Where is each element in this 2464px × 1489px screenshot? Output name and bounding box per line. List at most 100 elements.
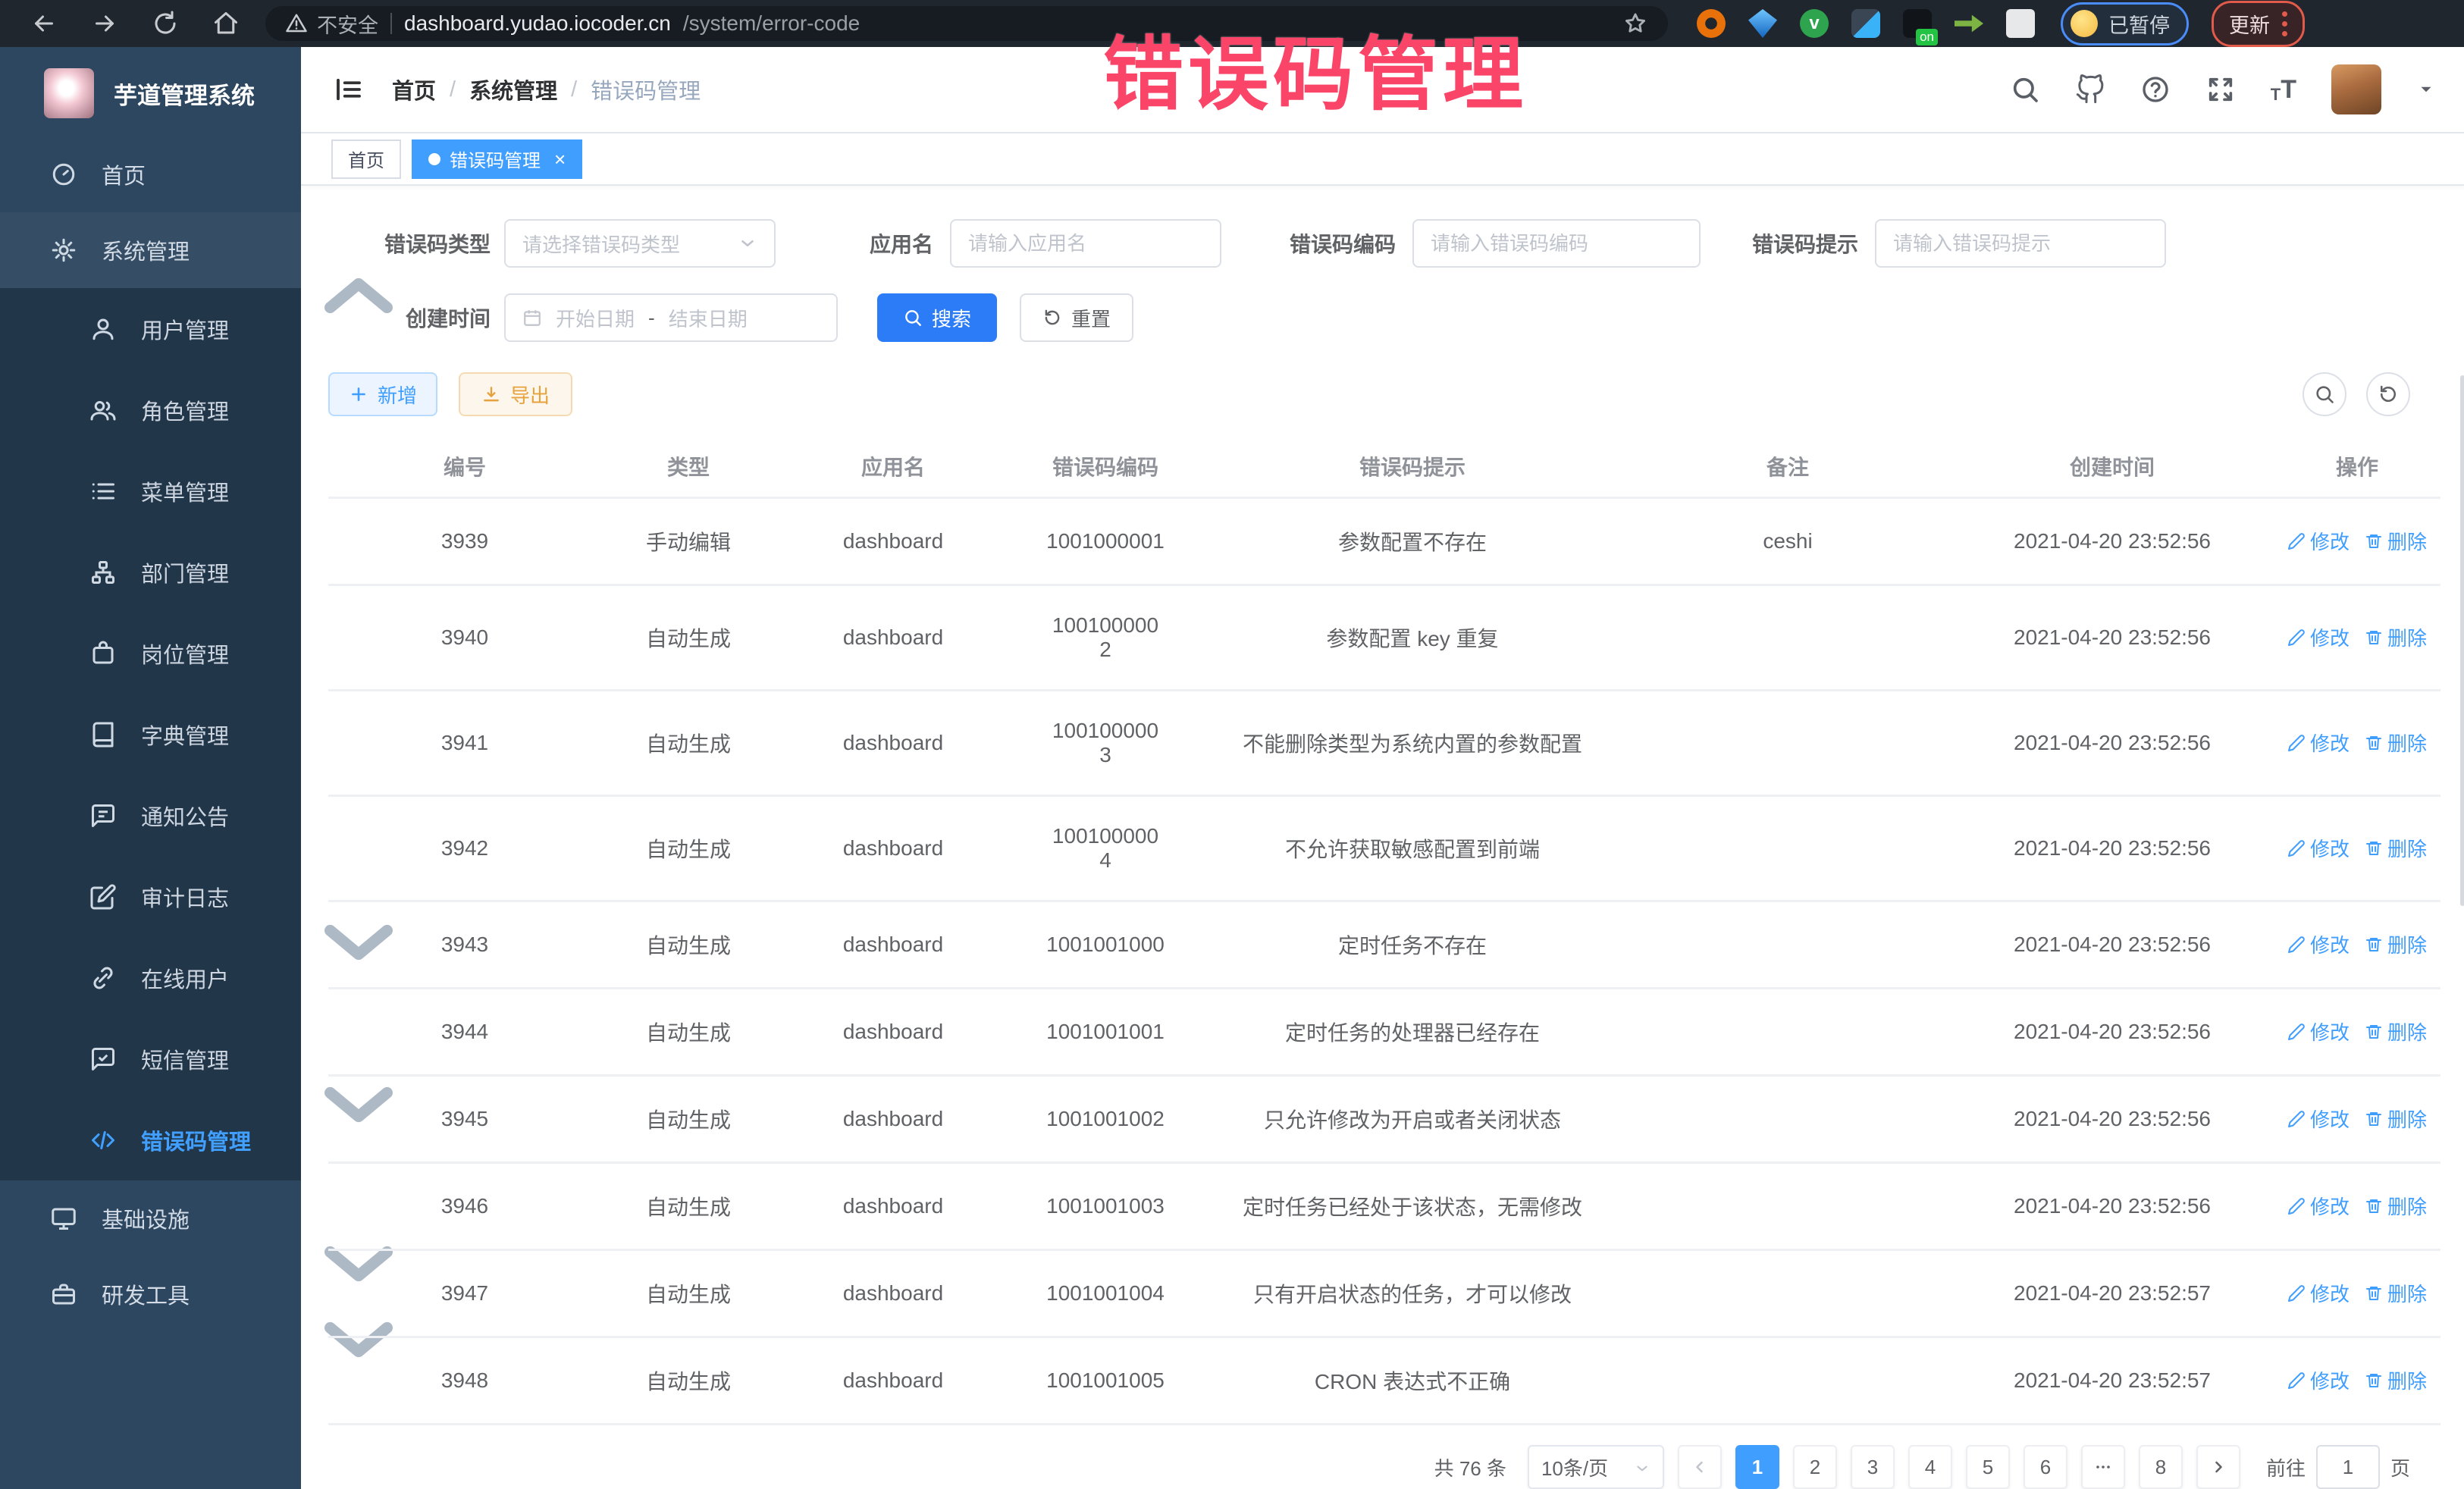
export-button[interactable]: 导出	[459, 372, 572, 416]
delete-link[interactable]: 删除	[2365, 1017, 2427, 1045]
edit-link[interactable]: 修改	[2287, 1366, 2350, 1394]
app-name-input[interactable]	[968, 232, 1203, 255]
security-warning[interactable]: 不安全	[285, 9, 378, 39]
breadcrumb-home[interactable]: 首页	[392, 74, 436, 105]
delete-link[interactable]: 删除	[2365, 834, 2427, 862]
delete-link[interactable]: 删除	[2365, 1192, 2427, 1220]
error-code-input[interactable]	[1431, 232, 1682, 255]
extension-list-on-icon[interactable]	[1903, 9, 1932, 38]
table-row: 3942自动生成 dashboard100100000 4 不允许获取敏感配置到…	[328, 796, 2440, 901]
sidebar-item-infra[interactable]: 基础设施	[0, 1180, 301, 1256]
table-row: 3943自动生成 dashboard1001001000 定时任务不存在 202…	[328, 901, 2440, 989]
github-icon[interactable]	[2075, 74, 2105, 105]
sidebar-item-menus[interactable]: 菜单管理	[0, 450, 301, 531]
error-type-select[interactable]: 请选择错误码类型	[504, 219, 776, 268]
prev-page-button[interactable]	[1678, 1445, 1722, 1489]
page-size-select[interactable]: 10条/页	[1528, 1445, 1664, 1489]
delete-link[interactable]: 删除	[2365, 1105, 2427, 1133]
browser-forward-icon[interactable]	[91, 10, 118, 37]
extensions-puzzle-icon[interactable]	[2006, 9, 2035, 38]
delete-link[interactable]: 删除	[2365, 1279, 2427, 1307]
edit-link[interactable]: 修改	[2287, 1192, 2350, 1220]
browser-reload-icon[interactable]	[152, 10, 179, 37]
edit-link[interactable]: 修改	[2287, 1017, 2350, 1045]
page-button-4[interactable]: 4	[1908, 1445, 1952, 1489]
sidebar-item-depts[interactable]: 部门管理	[0, 531, 301, 613]
breadcrumb-system[interactable]: 系统管理	[469, 74, 557, 105]
delete-link[interactable]: 删除	[2365, 623, 2427, 651]
sidebar-toggle-icon[interactable]	[333, 74, 365, 105]
browser-update-button[interactable]: 更新	[2212, 1, 2305, 47]
next-page-button[interactable]	[2196, 1445, 2240, 1489]
avatar-caret-icon[interactable]	[2416, 80, 2436, 99]
sidebar-item-system[interactable]: 系统管理	[0, 212, 301, 288]
edit-link[interactable]: 修改	[2287, 1105, 2350, 1133]
filter-row-2: 创建时间 开始日期 - 结束日期 搜索 重置	[328, 293, 2440, 342]
sidebar-item-audit-log[interactable]: 审计日志	[0, 856, 301, 937]
page-button-2[interactable]: 2	[1793, 1445, 1837, 1489]
page-button-1[interactable]: 1	[1735, 1445, 1779, 1489]
date-range-picker[interactable]: 开始日期 - 结束日期	[504, 293, 838, 342]
page-button-8[interactable]: 8	[2139, 1445, 2183, 1489]
page-button-6[interactable]: 6	[2024, 1445, 2067, 1489]
app-name-input-wrap	[950, 219, 1221, 268]
bookmark-star-icon[interactable]	[1622, 11, 1648, 36]
browser-menu-icon[interactable]	[2282, 11, 2287, 36]
scrollbar[interactable]	[2460, 375, 2464, 906]
edit-link[interactable]: 修改	[2287, 729, 2350, 757]
header-search-icon[interactable]	[2010, 74, 2040, 105]
delete-link[interactable]: 删除	[2365, 930, 2427, 958]
error-hint-input[interactable]	[1893, 232, 2148, 255]
toggle-search-button[interactable]	[2303, 372, 2346, 416]
tag-error-code[interactable]: 错误码管理 ×	[412, 139, 582, 179]
delete-link[interactable]: 删除	[2365, 527, 2427, 555]
edit-link[interactable]: 修改	[2287, 930, 2350, 958]
fullscreen-icon[interactable]	[2205, 74, 2236, 105]
sidebar-logo[interactable]: 芋道管理系统	[0, 47, 301, 136]
extension-green-icon[interactable]: v	[1800, 9, 1829, 38]
sidebar-item-notice[interactable]: 通知公告	[0, 775, 301, 856]
sidebar-item-online-users[interactable]: 在线用户	[0, 937, 301, 1018]
sidebar-item-roles[interactable]: 角色管理	[0, 369, 301, 450]
extension-key-icon[interactable]	[1955, 9, 1983, 38]
more-pages-button[interactable]	[2081, 1445, 2125, 1489]
reset-button[interactable]: 重置	[1020, 293, 1133, 342]
toolbox-icon	[50, 1281, 77, 1308]
profile-avatar-icon	[2071, 10, 2098, 37]
sidebar-item-dict[interactable]: 字典管理	[0, 694, 301, 775]
col-code: 错误码编码	[1011, 436, 1200, 498]
page-button-5[interactable]: 5	[1966, 1445, 2010, 1489]
extension-grid-icon[interactable]	[1851, 9, 1880, 38]
browser-profile-pill[interactable]: 已暂停	[2061, 2, 2189, 45]
extension-blue-icon[interactable]	[1748, 9, 1777, 38]
sidebar-item-error-code[interactable]: 错误码管理	[0, 1099, 301, 1180]
edit-link[interactable]: 修改	[2287, 623, 2350, 651]
warning-icon	[285, 12, 308, 35]
browser-back-icon[interactable]	[30, 10, 58, 37]
col-type: 类型	[601, 436, 776, 498]
search-button[interactable]: 搜索	[877, 293, 997, 342]
edit-link[interactable]: 修改	[2287, 527, 2350, 555]
delete-link[interactable]: 删除	[2365, 729, 2427, 757]
sidebar-item-home[interactable]: 首页	[0, 136, 301, 212]
extension-orange-icon[interactable]	[1697, 9, 1726, 38]
help-icon[interactable]	[2140, 74, 2171, 105]
add-button[interactable]: 新增	[328, 372, 437, 416]
tag-close-icon[interactable]: ×	[554, 149, 566, 169]
error-hint-label: 错误码提示	[1745, 228, 1858, 259]
delete-link[interactable]: 删除	[2365, 1366, 2427, 1394]
sidebar-item-users[interactable]: 用户管理	[0, 288, 301, 369]
table-toolbar: 新增 导出	[328, 372, 2440, 416]
sidebar-item-sms[interactable]: 短信管理	[0, 1018, 301, 1099]
sidebar-item-dev-tools[interactable]: 研发工具	[0, 1256, 301, 1332]
sidebar-item-posts[interactable]: 岗位管理	[0, 613, 301, 694]
user-avatar[interactable]	[2331, 64, 2381, 114]
edit-link[interactable]: 修改	[2287, 834, 2350, 862]
refresh-table-button[interactable]	[2366, 372, 2410, 416]
edit-link[interactable]: 修改	[2287, 1279, 2350, 1307]
page-button-3[interactable]: 3	[1851, 1445, 1895, 1489]
goto-page-input[interactable]	[2316, 1445, 2380, 1489]
font-size-icon[interactable]: TT	[2271, 75, 2296, 105]
tag-home[interactable]: 首页	[331, 139, 401, 179]
browser-home-icon[interactable]	[212, 10, 240, 37]
